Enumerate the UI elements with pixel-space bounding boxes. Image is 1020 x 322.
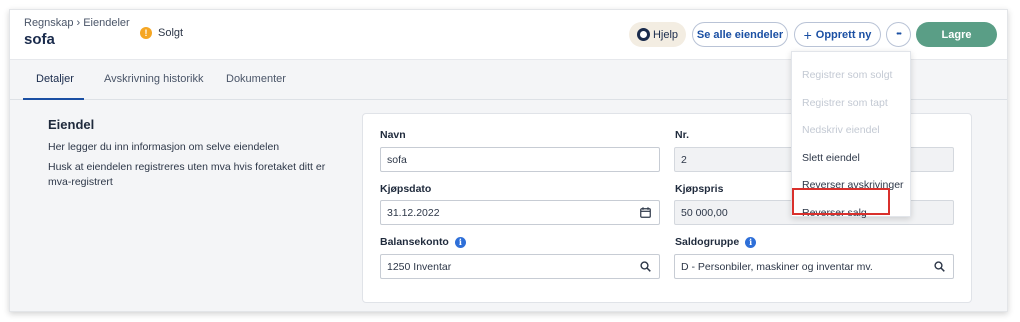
section-description-line: Her legger du inn informasjon om selve e…	[48, 141, 280, 153]
status-label: Solgt	[158, 27, 184, 39]
breadcrumb-item-eiendeler[interactable]: Eiendeler	[83, 17, 129, 29]
status-badge: ! Solgt	[140, 27, 183, 39]
breadcrumb-separator: ›	[76, 17, 81, 29]
number-label: Nr.	[675, 129, 690, 141]
calendar-icon[interactable]	[640, 207, 651, 221]
balance-group-label: Saldogruppe i	[675, 236, 757, 248]
balance-group-input[interactable]: D - Personbiler, maskiner og inventar mv…	[674, 254, 954, 279]
section-description-line: Husk at eiendelen registreres uten mva h…	[48, 161, 326, 188]
tab-dokumenter[interactable]: Dokumenter	[226, 73, 286, 85]
ellipsis-icon: •••	[896, 31, 901, 38]
breadcrumb-item-regnskap[interactable]: Regnskap	[24, 17, 74, 29]
create-new-button[interactable]: + Opprett ny	[794, 22, 881, 47]
menu-item-write-down[interactable]: Nedskriv eiendel	[802, 124, 880, 136]
see-all-assets-button[interactable]: Se alle eiendeler	[692, 22, 788, 47]
plus-icon: +	[803, 26, 812, 43]
balance-account-label: Balansekonto i	[380, 236, 466, 248]
highlight-box	[792, 188, 890, 215]
purchase-price-value: 50 000,00	[681, 206, 728, 219]
page-title: sofa	[24, 31, 55, 48]
balance-account-label-text: Balansekonto	[380, 236, 449, 248]
balance-account-input[interactable]: 1250 Inventar	[380, 254, 660, 279]
name-value: sofa	[387, 153, 407, 166]
help-button[interactable]: Hjelp	[629, 22, 686, 47]
more-options-menu: Registrer som solgt Registrer som tapt N…	[791, 51, 911, 219]
help-button-label: Hjelp	[652, 28, 679, 41]
save-button[interactable]: Lagre	[916, 22, 997, 47]
info-icon[interactable]: i	[745, 236, 757, 248]
menu-item-register-sold[interactable]: Registrer som solgt	[802, 69, 892, 81]
menu-item-register-lost[interactable]: Registrer som tapt	[802, 97, 888, 109]
purchase-date-label: Kjøpsdato	[380, 183, 432, 195]
breadcrumb: Regnskap › Eiendeler	[24, 17, 130, 29]
section-title: Eiendel	[48, 117, 95, 132]
purchase-date-value: 31.12.2022	[387, 206, 440, 219]
name-input[interactable]: sofa	[380, 147, 660, 172]
purchase-price-label: Kjøpspris	[675, 183, 724, 195]
tab-detaljer[interactable]: Detaljer	[36, 73, 74, 85]
tab-avskrivning-historikk[interactable]: Avskrivning historikk	[104, 73, 203, 85]
app-window: Regnskap › Eiendeler sofa ! Solgt Hjelp Se…	[9, 9, 1008, 312]
more-options-button[interactable]: •••	[886, 22, 911, 47]
warning-icon: !	[140, 27, 152, 39]
info-icon[interactable]: i	[454, 236, 466, 248]
name-label: Navn	[380, 129, 406, 141]
balance-account-value: 1250 Inventar	[387, 260, 452, 273]
search-icon[interactable]	[640, 261, 651, 275]
create-new-label: Opprett ny	[815, 28, 872, 41]
purchase-date-input[interactable]: 31.12.2022	[380, 200, 660, 225]
balance-group-label-text: Saldogruppe	[675, 236, 740, 248]
balance-group-value: D - Personbiler, maskiner og inventar mv…	[681, 260, 873, 273]
number-value: 2	[681, 153, 687, 166]
active-tab-indicator	[23, 98, 84, 100]
menu-item-delete-asset[interactable]: Slett eiendel	[802, 152, 860, 164]
section-description: Her legger du inn informasjon om selve e…	[48, 140, 328, 195]
lifebuoy-icon	[636, 28, 650, 41]
search-icon[interactable]	[934, 261, 945, 275]
